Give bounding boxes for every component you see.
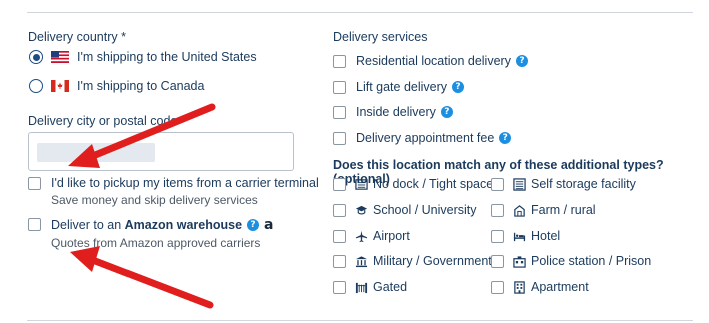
service-checkbox[interactable] <box>333 80 346 94</box>
type-farm[interactable]: Farm / rural <box>491 203 596 217</box>
type-checkbox[interactable] <box>491 177 504 191</box>
type-label: Police station / Prison <box>531 254 652 268</box>
delivery-services-title: Delivery services <box>333 30 428 44</box>
type-checkbox[interactable] <box>333 177 346 191</box>
type-label: Farm / rural <box>531 203 596 217</box>
type-school[interactable]: School / University <box>333 203 477 217</box>
type-gated[interactable]: Gated <box>333 280 407 294</box>
truck-dock-icon <box>355 178 368 190</box>
pickup-terminal-option[interactable]: I'd like to pickup my items from a carri… <box>28 176 319 207</box>
service-checkbox[interactable] <box>333 131 346 145</box>
service-appointment-fee[interactable]: Delivery appointment fee ? <box>333 131 512 145</box>
type-checkbox[interactable] <box>491 280 504 294</box>
storage-icon <box>513 177 526 191</box>
amazon-warehouse-option[interactable]: Deliver to an Amazon warehouse ? a Quote… <box>28 217 274 250</box>
type-checkbox[interactable] <box>333 203 346 217</box>
amazon-label-bold: Amazon warehouse <box>124 218 243 232</box>
airplane-icon <box>355 230 368 242</box>
help-icon[interactable]: ? <box>440 106 453 118</box>
radio-canada-label: I'm shipping to Canada <box>77 79 205 93</box>
type-checkbox[interactable] <box>491 229 504 243</box>
type-no-dock[interactable]: No dock / Tight space <box>333 177 493 191</box>
service-label: Residential location delivery <box>356 54 511 68</box>
type-military[interactable]: Military / Government <box>333 254 492 268</box>
hotel-bed-icon <box>513 232 526 241</box>
graduation-cap-icon <box>355 205 368 215</box>
us-flag-icon <box>51 51 69 63</box>
type-label: Military / Government <box>373 254 492 268</box>
type-label: Hotel <box>531 229 561 243</box>
amazon-logo-icon: a <box>264 217 274 233</box>
amazon-warehouse-checkbox[interactable] <box>28 218 41 231</box>
type-airport[interactable]: Airport <box>333 229 410 243</box>
type-checkbox[interactable] <box>491 203 504 217</box>
type-label: Apartment <box>531 280 589 294</box>
service-lift-gate[interactable]: Lift gate delivery ? <box>333 80 465 94</box>
city-postal-input[interactable] <box>28 132 294 171</box>
type-checkbox[interactable] <box>333 254 346 268</box>
service-label: Lift gate delivery <box>356 80 448 94</box>
radio-united-states[interactable]: I'm shipping to the United States <box>29 50 257 64</box>
government-building-icon <box>355 255 368 267</box>
pickup-terminal-checkbox[interactable] <box>28 177 41 190</box>
pickup-terminal-subtext: Save money and skip delivery services <box>51 193 258 207</box>
type-label: No dock / Tight space <box>373 177 494 191</box>
service-residential[interactable]: Residential location delivery ? <box>333 54 528 68</box>
service-checkbox[interactable] <box>333 54 346 68</box>
type-checkbox[interactable] <box>333 280 346 294</box>
help-icon[interactable]: ? <box>452 81 465 93</box>
radio-button-selected[interactable] <box>29 50 43 64</box>
amazon-label-prefix: Deliver to an <box>51 218 125 232</box>
pickup-terminal-label: I'd like to pickup my items from a carri… <box>51 176 319 190</box>
service-inside-delivery[interactable]: Inside delivery ? <box>333 105 453 119</box>
type-checkbox[interactable] <box>491 254 504 268</box>
amazon-warehouse-subtext: Quotes from Amazon approved carriers <box>51 236 261 250</box>
type-checkbox[interactable] <box>333 229 346 243</box>
service-label: Delivery appointment fee <box>356 131 495 145</box>
bottom-divider <box>27 320 693 321</box>
type-label: Self storage facility <box>531 177 636 191</box>
radio-button[interactable] <box>29 79 43 93</box>
radio-us-label: I'm shipping to the United States <box>77 50 257 64</box>
type-self-storage[interactable]: Self storage facility <box>491 177 636 191</box>
type-label: School / University <box>373 203 477 217</box>
amazon-help-icon[interactable]: ? <box>247 219 260 231</box>
gate-icon <box>355 282 368 293</box>
type-label: Airport <box>373 229 410 243</box>
police-icon <box>513 255 526 268</box>
service-checkbox[interactable] <box>333 105 346 119</box>
delivery-city-title: Delivery city or postal code * <box>28 114 186 128</box>
farm-icon <box>514 204 525 217</box>
canada-flag-icon <box>51 80 69 92</box>
type-police[interactable]: Police station / Prison <box>491 254 651 268</box>
help-icon[interactable]: ? <box>499 132 512 144</box>
service-label: Inside delivery <box>356 105 436 119</box>
type-hotel[interactable]: Hotel <box>491 229 560 243</box>
delivery-country-title: Delivery country * <box>28 30 126 44</box>
apartment-icon <box>514 280 525 294</box>
type-apartment[interactable]: Apartment <box>491 280 589 294</box>
top-divider <box>27 12 693 13</box>
type-label: Gated <box>373 280 408 294</box>
radio-canada[interactable]: I'm shipping to Canada <box>29 79 204 93</box>
redacted-input-value <box>37 143 155 162</box>
help-icon[interactable]: ? <box>515 55 528 67</box>
